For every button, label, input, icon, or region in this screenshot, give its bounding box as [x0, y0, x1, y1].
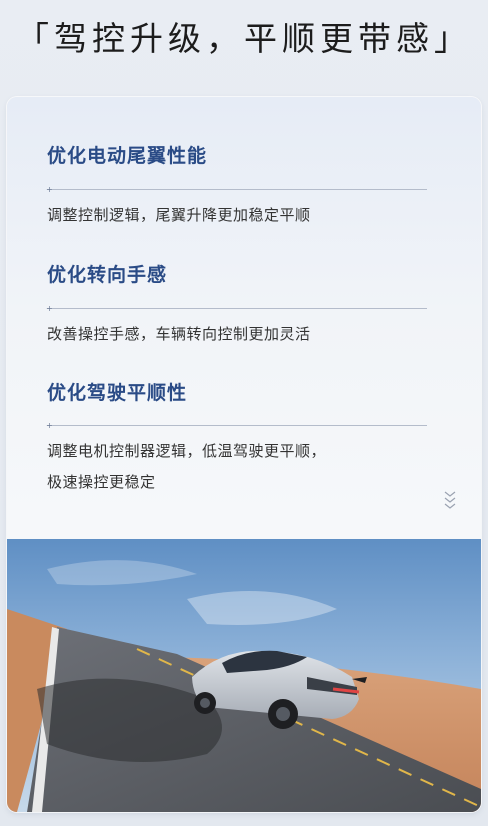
feature-desc-line: 极速操控更稳定	[47, 473, 156, 491]
feature-item-steering: 优化转向手感 + 改善操控手感，车辆转向控制更加灵活	[46, 260, 427, 343]
divider: +	[46, 186, 427, 194]
feature-desc-line: 调整控制逻辑，尾翼升降更加稳定平顺	[47, 206, 311, 224]
page-title: 「驾控升级，平顺更带感」	[16, 19, 472, 58]
feature-card: 优化电动尾翼性能 + 调整控制逻辑，尾翼升降更加稳定平顺 优化转向手感 + 改善…	[7, 97, 481, 812]
feature-title: 优化电动尾翼性能	[47, 145, 208, 167]
divider: +	[46, 305, 427, 313]
feature-title: 优化转向手感	[47, 264, 168, 286]
feature-desc: 调整电机控制器逻辑，低温驾驶更平顺， 极速操控更稳定	[47, 436, 447, 498]
car-photo	[7, 539, 481, 812]
chevrons-down-icon[interactable]	[443, 490, 457, 512]
feature-desc-line: 改善操控手感，车辆转向控制更加灵活	[47, 325, 311, 343]
feature-list: 优化电动尾翼性能 + 调整控制逻辑，尾翼升降更加稳定平顺 优化转向手感 + 改善…	[7, 97, 481, 539]
feature-desc: 调整控制逻辑，尾翼升降更加稳定平顺	[47, 200, 447, 231]
feature-desc-line: 调整电机控制器逻辑，低温驾驶更平顺，	[47, 442, 327, 460]
feature-item-spoiler: 优化电动尾翼性能 + 调整控制逻辑，尾翼升降更加稳定平顺	[46, 141, 427, 224]
feature-title: 优化驾驶平顺性	[47, 382, 188, 404]
feature-desc: 改善操控手感，车辆转向控制更加灵活	[47, 319, 447, 350]
divider: +	[46, 422, 427, 430]
feature-item-smoothness: 优化驾驶平顺性 + 调整电机控制器逻辑，低温驾驶更平顺， 极速操控更稳定	[46, 378, 427, 491]
